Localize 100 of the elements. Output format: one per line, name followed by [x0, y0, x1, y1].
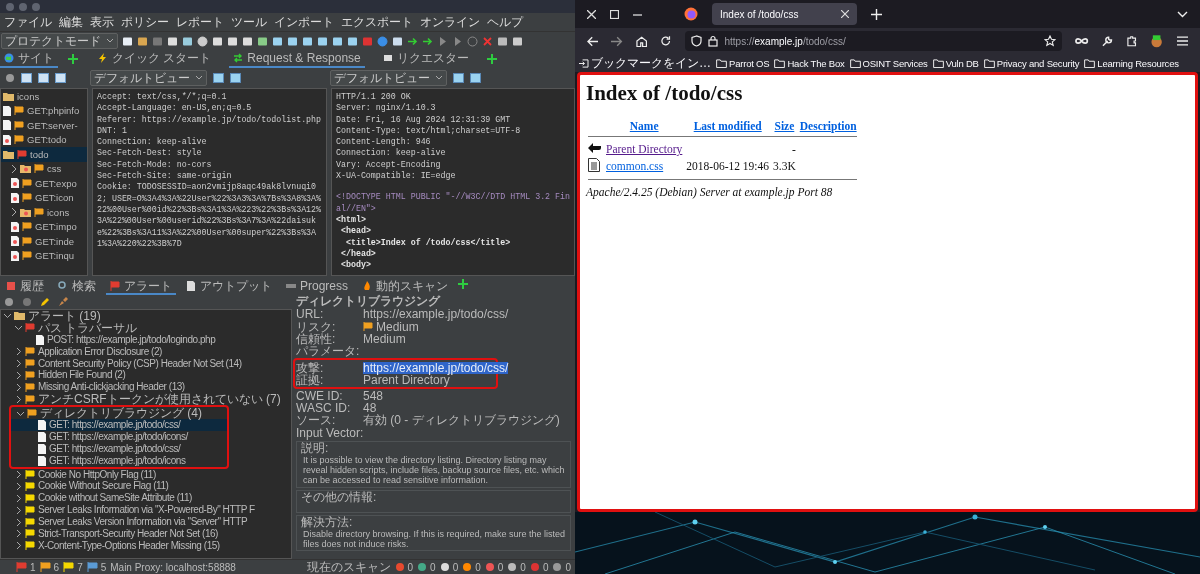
panel-tab[interactable]: 検索	[54, 279, 100, 295]
menu-item[interactable]: ヘルプ	[487, 13, 523, 31]
panel-tab[interactable]: アラート	[106, 279, 176, 295]
tree-item[interactable]: GET: https://example.jp/todo/css/	[11, 442, 227, 455]
chevron-icon[interactable]	[15, 471, 22, 478]
tree-item[interactable]: アラート (19)	[1, 310, 291, 322]
chevron-icon[interactable]	[15, 542, 22, 550]
tree-item[interactable]: Hidden File Found (2)	[1, 369, 291, 382]
menu-item[interactable]: エクスポート	[341, 13, 413, 31]
view-dropdown[interactable]: デフォルトビュー	[330, 70, 447, 86]
tree-item[interactable]: Content Security Policy (CSP) Header Not Set (14)	[1, 357, 291, 370]
chevron-icon[interactable]	[15, 360, 22, 367]
chevron-icon[interactable]	[15, 324, 22, 332]
tree-item[interactable]: GET:phpinfo	[1, 103, 87, 118]
tree-item[interactable]: POST: https://example.jp/todo/logindo.php	[1, 333, 291, 346]
step-icon[interactable]	[437, 35, 448, 47]
tree-item[interactable]: Application Error Disclosure (2)	[1, 345, 291, 358]
chevron-icon[interactable]	[15, 371, 22, 379]
wrench-icon[interactable]	[1101, 35, 1113, 47]
file-link[interactable]: Parent Directory	[606, 143, 683, 155]
chevron-icon[interactable]	[15, 348, 22, 356]
back-icon[interactable]	[587, 35, 599, 47]
bookmark-item[interactable]: ブックマークをイン…	[578, 54, 711, 72]
chevron-icon[interactable]	[17, 409, 24, 417]
tree-item[interactable]: パス トラバーサル	[1, 321, 291, 334]
tree-item[interactable]: Server Leaks Version Information via "Server" HTTP	[1, 516, 291, 529]
star-icon[interactable]	[1044, 35, 1057, 47]
chevron-icon[interactable]	[15, 494, 22, 502]
tree-item[interactable]: GET: https://example.jp/todo/icons	[11, 454, 227, 467]
tree-item[interactable]: GET:todo	[1, 132, 87, 147]
record-icon[interactable]	[4, 297, 14, 307]
play-icon[interactable]	[452, 35, 463, 47]
column-link[interactable]: Name	[629, 120, 659, 132]
menu-item[interactable]: レポート	[176, 13, 224, 31]
menu-item[interactable]: 編集	[59, 13, 83, 31]
chevron-icon[interactable]	[15, 530, 22, 538]
tree-item[interactable]: GET:icon	[1, 190, 87, 205]
tree-item[interactable]: GET:server-	[1, 118, 87, 133]
column-link[interactable]: Size	[774, 120, 795, 132]
response-text-area[interactable]: HTTP/1.1 200 OK Server: nginx/1.10.3 Date: Fri, 16 Aug 2024 12:31:39 GMT Content-Type: text/html;charset=UTF-8 Content-Length: 946 Connection: keep-alive Vary: Accept-Encoding X-UA-Compatible: IE=edge <!DOCTYPE HTML PUBLIC "-//W3C//DTD HTML 3.2 Final//EN"> <html> <head> <title>Index of /todo/css</title> </head> <body>	[331, 88, 575, 276]
chevron-icon[interactable]	[11, 208, 17, 217]
tree-item[interactable]: Strict-Transport-Security Header Not Set (16)	[1, 528, 291, 540]
tree-item[interactable]: todo	[1, 147, 87, 162]
bookmark-item[interactable]: Parrot OS	[716, 57, 770, 69]
tree-item[interactable]: Missing Anti-clickjacking Header (13)	[1, 381, 291, 394]
tree-item[interactable]: GET: https://example.jp/todo/icons/	[11, 430, 227, 443]
tree-item[interactable]: css	[1, 161, 87, 176]
menu-item[interactable]: ツール	[231, 13, 267, 31]
panel-tab[interactable]: Progress	[282, 279, 353, 295]
browser-tab[interactable]: Index of /todo/css	[712, 3, 857, 25]
chevron-icon[interactable]	[15, 506, 22, 514]
tree-item[interactable]: X-Content-Type-Options Header Missing (15)	[1, 539, 291, 552]
panel-tab[interactable]: リクエスター	[378, 50, 473, 68]
chevron-icon[interactable]	[11, 164, 17, 173]
forward-icon[interactable]	[611, 35, 623, 47]
tree-item[interactable]: アンチCSRFトークンが使用されていない (7)	[1, 393, 291, 406]
chevron-icon[interactable]	[15, 518, 22, 526]
bookmark-item[interactable]: OSINT Services	[849, 57, 928, 69]
view-dropdown[interactable]: デフォルトビュー	[90, 70, 207, 86]
chevron-icon[interactable]	[4, 312, 11, 320]
tree-item[interactable]: Cookie without SameSite Attribute (11)	[1, 492, 291, 505]
chevron-icon[interactable]	[15, 395, 22, 403]
tree-item[interactable]: GET: https://example.jp/todo/css/	[11, 419, 227, 431]
tree-item[interactable]: icons	[1, 205, 87, 220]
tree-item[interactable]: GET:expo	[1, 176, 87, 191]
stop-icon[interactable]	[467, 35, 478, 47]
chevron-icon[interactable]	[15, 482, 22, 490]
mode-dropdown[interactable]: プロテクトモード	[1, 33, 118, 49]
tree-item[interactable]: Cookie Without Secure Flag (11)	[1, 480, 291, 493]
browser-logo-icon[interactable]	[684, 7, 698, 21]
tree-item[interactable]: icons	[1, 89, 87, 104]
menu-item[interactable]: オンライン	[420, 13, 480, 31]
file-link[interactable]: common.css	[606, 160, 664, 172]
menu-item[interactable]: ファイル	[4, 13, 52, 31]
pencil-icon[interactable]	[40, 297, 50, 307]
column-link[interactable]: Last modified	[693, 120, 762, 132]
column-link[interactable]: Description	[799, 120, 857, 132]
extension-icon[interactable]	[1150, 34, 1164, 48]
tree-item[interactable]: GET:inqu	[1, 248, 87, 263]
bookmark-item[interactable]: Vuln DB	[932, 57, 979, 69]
panel-tab[interactable]: 動的スキャン	[358, 279, 453, 295]
menu-item[interactable]: ポリシー	[121, 13, 169, 31]
bookmark-item[interactable]: Privacy and Security	[983, 57, 1080, 69]
menu-item[interactable]: インポート	[274, 13, 334, 31]
tree-item[interactable]: Cookie No HttpOnly Flag (11)	[1, 468, 291, 481]
arrow-icon[interactable]	[422, 35, 433, 47]
chevron-icon[interactable]	[15, 383, 22, 391]
tree-item[interactable]: GET:inde	[1, 234, 87, 249]
puzzle-icon[interactable]	[1126, 35, 1138, 47]
address-bar[interactable]: https://example.jp/todo/css/	[684, 31, 1063, 51]
panel-tab[interactable]: アウトプット	[182, 279, 276, 295]
home-icon[interactable]	[635, 35, 648, 47]
arrow-icon[interactable]	[407, 35, 418, 47]
tree-item[interactable]: Server Leaks Information via "X-Powered-By" HTTP F	[1, 504, 291, 517]
tree-item[interactable]: GET:impo	[1, 219, 87, 234]
panel-tab[interactable]: 履歴	[2, 279, 48, 295]
reload-icon[interactable]	[660, 35, 672, 47]
tree-item[interactable]: ディレクトリブラウジング (4)	[11, 407, 227, 419]
menu-item[interactable]: 表示	[90, 13, 114, 31]
request-text-area[interactable]: Accept: text/css,*/*;q=0.1 Accept-Language: en-US,en;q=0.5 Referer: https://example.jp/todo/todolist.php DNT: 1 Connection: keep-alive Sec-Fetch-Dest: style Sec-Fetch-Mode: no-cors Sec-Fetch-Site: same-origin Cookie: TODOSESSID=aon2vmijp8aqc49ak8lvnuqi02; USER=O%3A4%3A%22User%22%3A3%3A%7Bs%3A8%3A%22%00User%00id%22%3Bs%3A1%3A%223%22%3Bs%3A12%3A%22%00User%00userid%22%3Bs%3A7%3A%22daisuke%22%3Bs%3A11%3A%22%00User%00super%22%3Bs%3A1%3A%220%22%3B%7D	[92, 88, 327, 276]
